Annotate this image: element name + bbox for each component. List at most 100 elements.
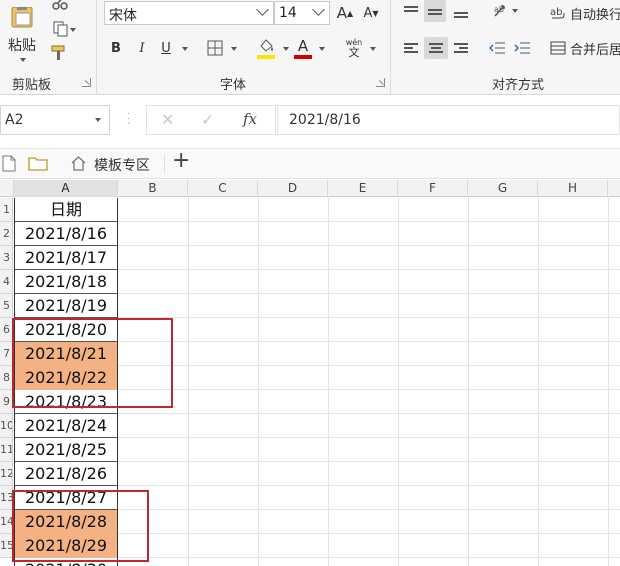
- name-box[interactable]: A2: [0, 105, 110, 135]
- row-header[interactable]: 8: [0, 366, 13, 390]
- corner-select-all[interactable]: [0, 180, 14, 197]
- row-header[interactable]: 5: [0, 294, 13, 318]
- header-cell[interactable]: 日期: [14, 198, 118, 222]
- date-cell[interactable]: 2021/8/27: [14, 486, 118, 510]
- insert-function-icon[interactable]: fx: [243, 110, 257, 128]
- font-launcher-icon[interactable]: [376, 78, 385, 87]
- row-header[interactable]: 7: [0, 342, 13, 366]
- clipboard-launcher-icon[interactable]: [82, 78, 91, 87]
- merge-center-button[interactable]: 合并后居: [550, 37, 620, 59]
- row-header[interactable]: 14: [0, 510, 13, 534]
- date-cell[interactable]: 2021/8/22: [14, 366, 118, 390]
- text-orientation-dropdown-icon[interactable]: [512, 9, 518, 13]
- name-box-dropdown-icon[interactable]: [95, 118, 101, 122]
- align-bottom-button[interactable]: [450, 0, 472, 22]
- align-left-button[interactable]: [400, 37, 422, 59]
- date-cell[interactable]: 2021/8/24: [14, 414, 118, 438]
- date-cell[interactable]: 2021/8/17: [14, 246, 118, 270]
- row-header[interactable]: 15: [0, 534, 13, 558]
- copy-button[interactable]: [46, 20, 76, 38]
- row-header[interactable]: 3: [0, 246, 13, 270]
- row-header[interactable]: 4: [0, 270, 13, 294]
- row-header[interactable]: 10: [0, 414, 13, 438]
- svg-text:ab: ab: [494, 5, 504, 14]
- row-header[interactable]: 13: [0, 486, 13, 510]
- column-header-e[interactable]: E: [328, 180, 398, 197]
- align-center-button[interactable]: [424, 37, 448, 59]
- date-cell[interactable]: 2021/8/29: [14, 534, 118, 558]
- column-header-d[interactable]: D: [258, 180, 328, 197]
- phonetic-dropdown-icon[interactable]: [370, 47, 376, 51]
- align-left-icon: [404, 42, 418, 54]
- template-tab-label: 模板专区: [94, 158, 150, 174]
- bold-label: B: [111, 40, 121, 56]
- text-orientation-button[interactable]: ab: [486, 0, 518, 22]
- format-painter-button[interactable]: [48, 44, 70, 62]
- wrap-text-icon: ab: [550, 7, 565, 19]
- folder-icon[interactable]: [28, 156, 48, 171]
- border-dropdown-icon[interactable]: [231, 47, 237, 51]
- gridline: [608, 198, 609, 566]
- date-cell[interactable]: 2021/8/26: [14, 462, 118, 486]
- column-header-h[interactable]: H: [538, 180, 608, 197]
- row-header[interactable]: 6: [0, 318, 13, 342]
- date-cell[interactable]: 2021/8/28: [14, 510, 118, 534]
- wrap-text-button[interactable]: ab 自动换行: [550, 2, 620, 24]
- column-headers: A B C D E F G H: [0, 180, 620, 197]
- fill-color-dropdown-icon[interactable]: [283, 47, 289, 51]
- date-cell[interactable]: 2021/8/20: [14, 318, 118, 342]
- fill-color-button[interactable]: [254, 36, 278, 60]
- font-name-select[interactable]: 宋体: [104, 1, 274, 25]
- column-header-b[interactable]: B: [118, 180, 188, 197]
- date-cell[interactable]: 2021/8/25: [14, 438, 118, 462]
- phonetic-button[interactable]: wén 文: [342, 36, 366, 60]
- font-color-button[interactable]: A: [292, 36, 314, 60]
- align-middle-button[interactable]: [424, 0, 446, 22]
- column-header-c[interactable]: C: [188, 180, 258, 197]
- date-cell[interactable]: 2021/8/16: [14, 222, 118, 246]
- copy-dropdown-icon[interactable]: [70, 28, 76, 32]
- row-header[interactable]: 12: [0, 462, 13, 486]
- underline-button[interactable]: U: [158, 38, 174, 58]
- shrink-font-button[interactable]: A ▼: [360, 2, 382, 24]
- underline-dropdown-icon[interactable]: [182, 47, 188, 51]
- border-button[interactable]: [204, 38, 226, 58]
- cut-button[interactable]: [48, 0, 72, 12]
- date-cell[interactable]: 2021/8/19: [14, 294, 118, 318]
- italic-button[interactable]: I: [134, 38, 150, 58]
- new-tab-button[interactable]: +: [172, 148, 190, 173]
- increase-indent-button[interactable]: [511, 37, 533, 59]
- row-header[interactable]: 11: [0, 438, 13, 462]
- spreadsheet-grid[interactable]: A B C D E F G H 1 2 3 4 5 6 7 8 9 10 11 12 13 14 15 日期…: [0, 180, 620, 566]
- cancel-icon[interactable]: ✕: [161, 110, 174, 129]
- align-top-button[interactable]: [400, 0, 422, 22]
- date-cell[interactable]: 2021/8/23: [14, 390, 118, 414]
- date-cell[interactable]: 2021/8/30: [14, 558, 118, 566]
- template-tab[interactable]: 模板专区: [70, 153, 160, 175]
- font-size-select[interactable]: 14: [274, 1, 330, 25]
- group-divider: [390, 0, 391, 94]
- gridline: [398, 198, 399, 566]
- new-document-icon[interactable]: [2, 155, 16, 172]
- grow-font-button[interactable]: A ▲: [334, 2, 356, 24]
- font-name-chevron-icon[interactable]: [256, 3, 269, 16]
- row-header[interactable]: 2: [0, 222, 13, 246]
- row-header[interactable]: 9: [0, 390, 13, 414]
- bold-button[interactable]: B: [108, 38, 124, 58]
- formula-input[interactable]: 2021/8/16: [277, 105, 620, 135]
- paste-dropdown-icon[interactable]: [20, 58, 26, 62]
- shrink-font-label: A: [363, 5, 373, 21]
- font-size-chevron-icon[interactable]: [312, 3, 325, 16]
- column-header-i[interactable]: [608, 180, 620, 197]
- date-cell[interactable]: 2021/8/18: [14, 270, 118, 294]
- font-color-dropdown-icon[interactable]: [319, 47, 325, 51]
- paste-button[interactable]: 粘贴: [2, 0, 42, 66]
- align-right-button[interactable]: [450, 37, 472, 59]
- confirm-icon[interactable]: ✓: [201, 110, 214, 129]
- column-header-a[interactable]: A: [14, 180, 118, 197]
- column-header-g[interactable]: G: [468, 180, 538, 197]
- decrease-indent-button[interactable]: [486, 37, 508, 59]
- date-cell[interactable]: 2021/8/21: [14, 342, 118, 366]
- column-header-f[interactable]: F: [398, 180, 468, 197]
- row-header[interactable]: 1: [0, 198, 13, 222]
